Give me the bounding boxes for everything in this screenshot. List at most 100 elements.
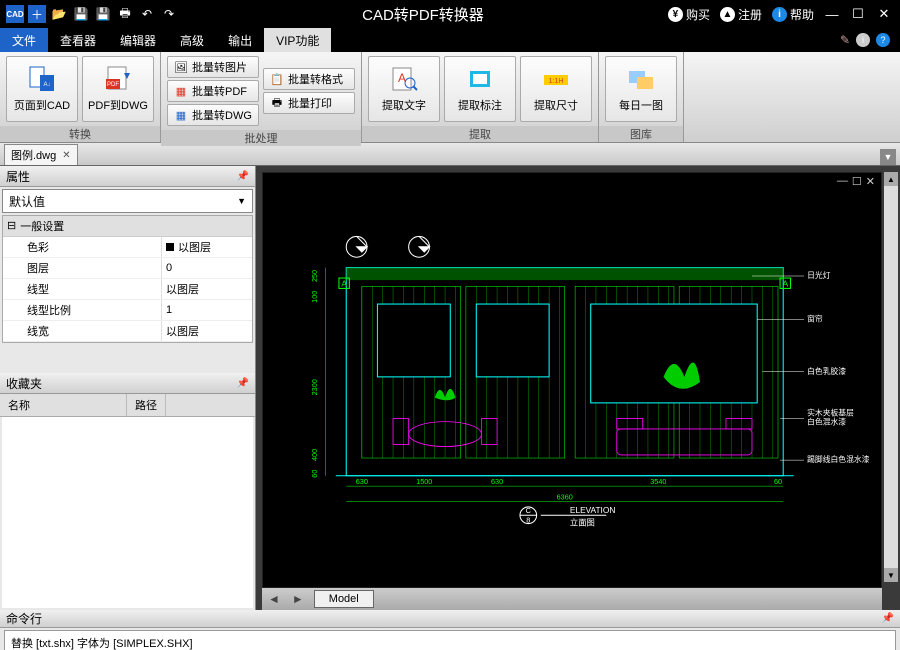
favorites-panel: 名称 路径 (0, 394, 255, 610)
batch-dwg-button[interactable]: ▦批量转DWG (167, 104, 259, 126)
register-button[interactable]: ▲注册 (720, 6, 762, 23)
ribbon-gallery-label: 图库 (599, 126, 683, 142)
svg-text:8: 8 (526, 516, 530, 525)
pdf-to-dwg-button[interactable]: PDF PDF到DWG (82, 56, 154, 122)
close-button[interactable]: ✕ (876, 6, 892, 22)
svg-text:日光灯: 日光灯 (807, 270, 831, 280)
canvas-area: — ☐ ✕ (256, 166, 900, 610)
cad-drawing: 630 1500 630 3540 60 6360 250 100 2300 4… (263, 173, 881, 587)
document-tab[interactable]: 图例.dwg✕ (4, 144, 78, 165)
svg-text:实木夹板基层白色混水漆: 实木夹板基层白色混水漆 (807, 407, 854, 426)
viewport-max-icon[interactable]: ☐ (852, 175, 862, 188)
property-value[interactable]: 以图层 (162, 321, 252, 341)
property-key: 线型比例 (3, 300, 162, 320)
help-button[interactable]: i帮助 (772, 6, 814, 23)
default-value-dropdown[interactable]: 默认值▼ (2, 189, 253, 213)
menu-vip[interactable]: VIP功能 (264, 28, 331, 52)
svg-text:A: A (341, 278, 347, 288)
pin-icon[interactable]: 📌 (237, 378, 249, 389)
ribbon-group-batch: 🖼批量转图片 ▦批量转PDF ▦批量转DWG 📋批量转格式 🖶批量打印 批处理 (161, 52, 362, 142)
batch-print-button[interactable]: 🖶批量打印 (263, 92, 355, 114)
ribbon-batch-label: 批处理 (161, 130, 361, 146)
viewport-close-icon[interactable]: ✕ (866, 175, 875, 188)
svg-text:3540: 3540 (650, 477, 666, 486)
svg-text:立面图: 立面图 (570, 518, 595, 528)
tab-prev-icon[interactable]: ◄ (262, 592, 286, 606)
maximize-button[interactable]: ☐ (850, 6, 866, 22)
page-to-cad-button[interactable]: A↓ 页面到CAD (6, 56, 78, 122)
property-value[interactable]: 1 (162, 300, 252, 320)
property-row[interactable]: 色彩以图层 (3, 237, 252, 258)
command-panel-title: 命令行📌 (0, 610, 900, 628)
property-value[interactable]: 以图层 (162, 237, 252, 257)
svg-text:ELEVATION: ELEVATION (570, 505, 615, 515)
model-tab[interactable]: Model (314, 590, 374, 608)
redo-icon[interactable]: ↷ (160, 5, 178, 23)
svg-text:100: 100 (310, 291, 319, 303)
extract-dim-button[interactable]: 1:1H提取尺寸 (520, 56, 592, 122)
ribbon-group-extract: A提取文字 提取标注 1:1H提取尺寸 提取 (362, 52, 599, 142)
property-row[interactable]: 线型以图层 (3, 279, 252, 300)
favorites-body[interactable] (2, 417, 253, 608)
ribbon-convert-label: 转换 (0, 126, 160, 142)
property-row[interactable]: 线宽以图层 (3, 321, 252, 342)
menu-output[interactable]: 输出 (216, 28, 264, 52)
svg-text:60: 60 (774, 477, 782, 486)
ribbon-group-convert: A↓ 页面到CAD PDF PDF到DWG 转换 (0, 52, 161, 142)
pin-icon[interactable]: 📌 (237, 171, 249, 182)
print-icon[interactable]: 🖶 (116, 5, 134, 23)
drawing-canvas[interactable]: — ☐ ✕ (262, 172, 882, 588)
svg-text:窗帘: 窗帘 (807, 314, 823, 324)
viewport-min-icon[interactable]: — (837, 175, 848, 188)
svg-text:A: A (783, 278, 789, 288)
batch-pdf-button[interactable]: ▦批量转PDF (167, 80, 259, 102)
tab-next-icon[interactable]: ► (286, 592, 310, 606)
property-value[interactable]: 以图层 (162, 279, 252, 299)
favorites-header: 名称 路径 (0, 394, 255, 417)
open-icon[interactable]: 📂 (50, 5, 68, 23)
property-key: 图层 (3, 258, 162, 278)
fav-col-name[interactable]: 名称 (0, 394, 127, 416)
property-category-general[interactable]: ⊟一般设置 (3, 216, 252, 237)
svg-text:630: 630 (356, 477, 368, 486)
new-icon[interactable]: ＋ (28, 5, 46, 23)
batch-fmt-button[interactable]: 📋批量转格式 (263, 68, 355, 90)
svg-text:630: 630 (491, 477, 503, 486)
svg-text:踢脚线白色混水漆: 踢脚线白色混水漆 (807, 454, 870, 464)
undo-icon[interactable]: ↶ (138, 5, 156, 23)
svg-text:1500: 1500 (416, 477, 432, 486)
title-bar: CAD ＋ 📂 💾 💾 🖶 ↶ ↷ CAD转PDF转换器 ¥购买 ▲注册 i帮助… (0, 0, 900, 28)
color-swatch (166, 243, 174, 251)
tabs-dropdown-icon[interactable]: ▼ (880, 149, 896, 165)
fav-col-path[interactable]: 路径 (127, 394, 166, 416)
daily-image-button[interactable]: 每日一图 (605, 56, 677, 122)
document-tabs: 图例.dwg✕ ▼ (0, 143, 900, 166)
command-log[interactable]: 替换 [txt.shx] 字体为 [SIMPLEX.SHX] 取消 (4, 630, 896, 650)
info-icon[interactable]: i (856, 33, 870, 47)
property-value[interactable]: 0 (162, 258, 252, 278)
vertical-scrollbar[interactable]: ▲ ▼ (884, 172, 898, 582)
menu-file[interactable]: 文件 (0, 28, 48, 52)
menu-editor[interactable]: 编辑器 (108, 28, 168, 52)
main-body: 属性📌 默认值▼ ⊟一般设置 色彩以图层图层0线型以图层线型比例1线宽以图层 收… (0, 166, 900, 610)
svg-text:6360: 6360 (557, 493, 573, 502)
property-key: 线宽 (3, 321, 162, 341)
property-row[interactable]: 图层0 (3, 258, 252, 279)
extract-text-button[interactable]: A提取文字 (368, 56, 440, 122)
menu-viewer[interactable]: 查看器 (48, 28, 108, 52)
saveas-icon[interactable]: 💾 (94, 5, 112, 23)
menu-advanced[interactable]: 高级 (168, 28, 216, 52)
extract-annot-button[interactable]: 提取标注 (444, 56, 516, 122)
scroll-up-icon[interactable]: ▲ (884, 172, 898, 186)
scroll-down-icon[interactable]: ▼ (884, 568, 898, 582)
tab-close-icon[interactable]: ✕ (62, 150, 70, 161)
save-icon[interactable]: 💾 (72, 5, 90, 23)
property-row[interactable]: 线型比例1 (3, 300, 252, 321)
pencil-icon[interactable]: ✎ (840, 33, 850, 47)
minimize-button[interactable]: — (824, 6, 840, 22)
buy-button[interactable]: ¥购买 (668, 6, 710, 23)
model-tabs-bar: ◄ ► Model (262, 588, 882, 610)
batch-img-button[interactable]: 🖼批量转图片 (167, 56, 259, 78)
pin-icon[interactable]: 📌 (882, 613, 894, 624)
question-icon[interactable]: ? (876, 33, 890, 47)
